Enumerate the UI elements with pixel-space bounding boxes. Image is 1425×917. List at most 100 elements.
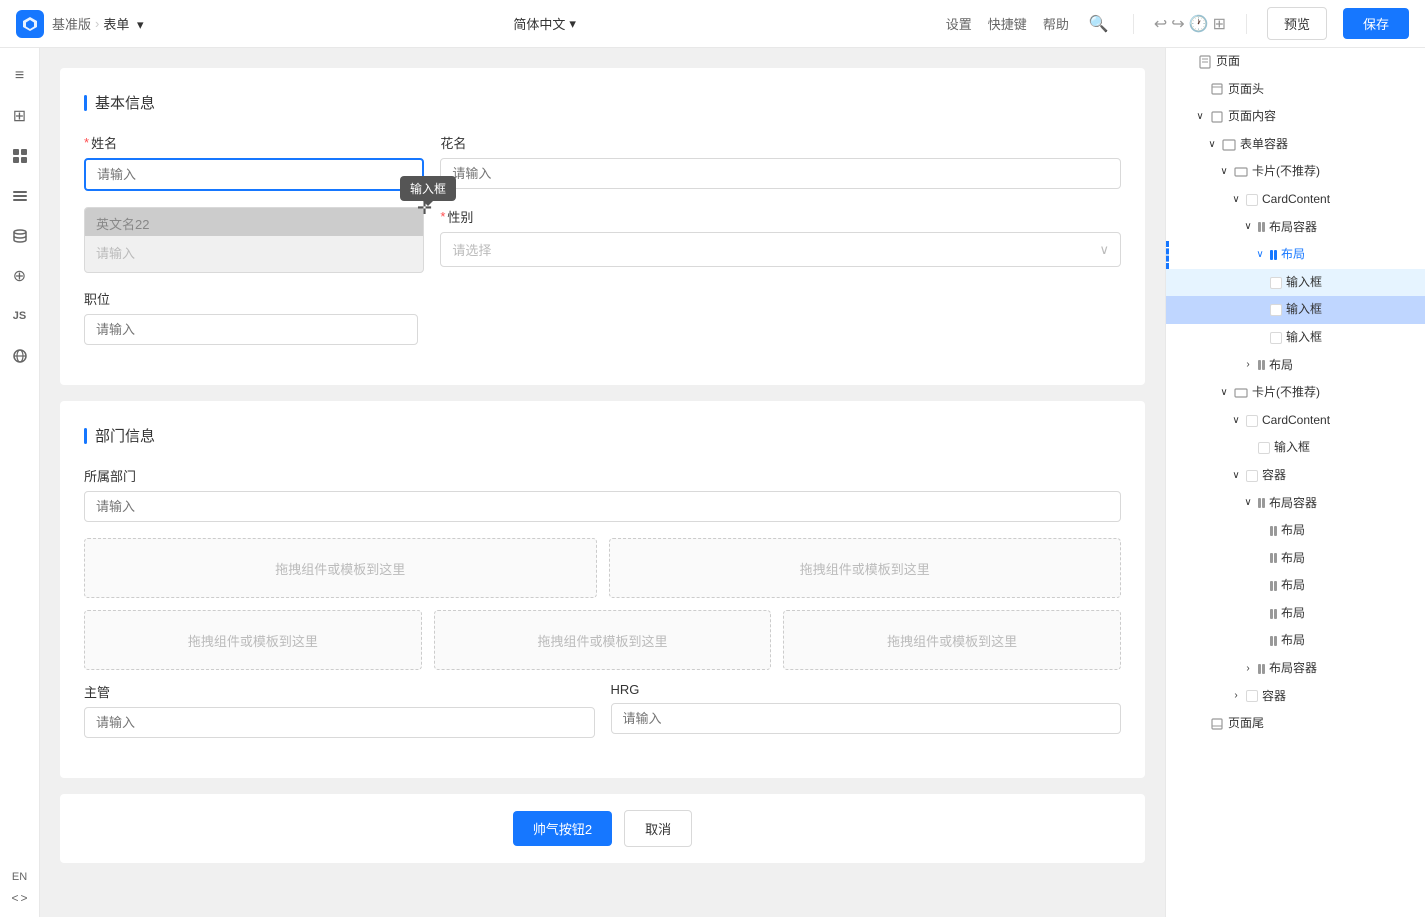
breadcrumb: 基准版 › 表单 ▾: [52, 14, 144, 33]
help-btn[interactable]: 帮助: [1043, 14, 1069, 33]
tree-page-header[interactable]: 页面头: [1166, 76, 1425, 104]
shortcuts-btn[interactable]: 快捷键: [988, 14, 1027, 33]
search-icon[interactable]: 🔍: [1085, 10, 1113, 38]
tree-card-2[interactable]: ∨ 卡片(不推荐): [1166, 379, 1425, 407]
tree-page-footer[interactable]: 页面尾: [1166, 710, 1425, 738]
drop-zone-3[interactable]: 拖拽组件或模板到这里: [84, 610, 422, 670]
tree-layout-6[interactable]: 布局: [1166, 600, 1425, 628]
expand-icon: ∨: [1230, 412, 1242, 430]
gender-label: * 性别: [440, 207, 1121, 226]
basic-info-title: 基本信息: [84, 92, 1121, 113]
field-english: 英文名22 请输入: [84, 207, 424, 273]
canvas-area: 基本信息 输入框 ✛ * 姓名 花名: [40, 48, 1165, 917]
drop-zone-2[interactable]: 拖拽组件或模板到这里: [609, 538, 1122, 598]
tree-card-content-2[interactable]: ∨ CardContent: [1166, 407, 1425, 435]
dept-input[interactable]: [84, 491, 1121, 522]
api-icon[interactable]: ⊕: [4, 260, 36, 292]
tree-layout-3[interactable]: 布局: [1166, 517, 1425, 545]
tree-page[interactable]: 页面: [1166, 48, 1425, 76]
drag-cursor: ✛: [417, 198, 432, 219]
supervisor-input[interactable]: [84, 707, 595, 738]
field-gender: * 性别 请选择 ∨: [440, 207, 1121, 273]
tree-form-container[interactable]: ∨ 表单容器: [1166, 131, 1425, 159]
js-icon[interactable]: JS: [4, 300, 36, 332]
tree-card-content-1-label: CardContent: [1262, 189, 1330, 211]
tree-container-1[interactable]: ∨ 容器: [1166, 462, 1425, 490]
tree-page-content[interactable]: ∨ 页面内容: [1166, 103, 1425, 131]
language-label[interactable]: EN: [12, 871, 27, 883]
name-input[interactable]: [84, 158, 424, 191]
tree-input-2[interactable]: 输入框: [1166, 296, 1425, 324]
tree-layout-2-label: 布局: [1269, 355, 1293, 377]
right-arrow[interactable]: >: [21, 891, 28, 905]
checkbox-input-4: [1258, 442, 1270, 454]
drop-zone-4[interactable]: 拖拽组件或模板到这里: [434, 610, 772, 670]
tree-layout-container-2[interactable]: ∨ 布局容器: [1166, 490, 1425, 518]
undo-btn[interactable]: ↩: [1154, 14, 1167, 34]
tree-layout-5[interactable]: 布局: [1166, 572, 1425, 600]
expand-icon: ∨: [1254, 246, 1266, 264]
tree-layout-6-label: 布局: [1281, 603, 1305, 625]
expand-icon: ›: [1242, 356, 1254, 374]
field-hrg: HRG: [611, 682, 1122, 738]
flower-input[interactable]: [440, 158, 1121, 189]
history-btn[interactable]: 🕐: [1189, 14, 1209, 34]
layer-icon[interactable]: [4, 180, 36, 212]
database-icon[interactable]: [4, 220, 36, 252]
topbar: 基准版 › 表单 ▾ 简体中文 ▾ 设置 快捷键 帮助 🔍 ↩ ↪ 🕐 ⊞ 预览…: [0, 0, 1425, 48]
tree-layout-4[interactable]: 布局: [1166, 545, 1425, 573]
base-version[interactable]: 基准版: [52, 14, 91, 33]
gender-select[interactable]: 请选择 ∨: [440, 232, 1121, 267]
grid-btn[interactable]: ⊞: [1213, 14, 1226, 34]
tree-card-1[interactable]: ∨ 卡片(不推荐): [1166, 158, 1425, 186]
supervisor-label: 主管: [84, 682, 595, 701]
expand-icon: ›: [1242, 660, 1254, 678]
drop-zone-5[interactable]: 拖拽组件或模板到这里: [783, 610, 1121, 670]
checkbox-container-1: [1246, 470, 1258, 482]
expand-icon: ∨: [1230, 467, 1242, 485]
confirm-button[interactable]: 帅气按钮2: [513, 811, 612, 846]
position-input[interactable]: [84, 314, 418, 345]
settings-btn[interactable]: 设置: [946, 14, 972, 33]
tree-input-4[interactable]: 输入框: [1166, 434, 1425, 462]
topbar-right: 设置 快捷键 帮助 🔍 ↩ ↪ 🕐 ⊞ 预览 保存: [946, 7, 1409, 40]
grid-icon[interactable]: ⊞: [4, 100, 36, 132]
tree-layout-1[interactable]: ∨ 布局: [1166, 241, 1425, 269]
tree-input-2-label: 输入框: [1286, 299, 1322, 321]
dept-info-card: 部门信息 所属部门 拖拽组件或模板到这里 拖拽组件或模板到这里 拖拽组件或模板到…: [60, 401, 1145, 778]
left-arrow[interactable]: <: [11, 891, 18, 905]
globe-icon[interactable]: [4, 340, 36, 372]
tree-layout-7[interactable]: 布局: [1166, 627, 1425, 655]
table-arrow: ▾: [137, 17, 144, 32]
hrg-label: HRG: [611, 682, 1122, 697]
menu-icon[interactable]: ≡: [4, 60, 36, 92]
layout-icon-2: [1258, 360, 1265, 370]
tree-layout-5-label: 布局: [1281, 575, 1305, 597]
tree-container-3-label: 容器: [1262, 686, 1286, 708]
save-button[interactable]: 保存: [1343, 8, 1409, 39]
table-link[interactable]: 表单 ▾: [103, 14, 143, 33]
language-selector[interactable]: 简体中文 ▾: [513, 14, 576, 33]
tree-input-1[interactable]: 输入框: [1166, 269, 1425, 297]
hrg-input[interactable]: [611, 703, 1122, 734]
right-panel: 页面 页面头 ∨ 页面内容 ∨ 表单容器 ∨ 卡片(不推荐) ∨: [1165, 48, 1425, 917]
name-label: * 姓名: [84, 133, 424, 152]
preview-button[interactable]: 预览: [1267, 7, 1327, 40]
component-icon[interactable]: [4, 140, 36, 172]
tree-layout-2[interactable]: › 布局: [1166, 352, 1425, 380]
ghost-input: 请输入: [85, 236, 423, 272]
drop-zone-1[interactable]: 拖拽组件或模板到这里: [84, 538, 597, 598]
row-dept: 所属部门: [84, 466, 1121, 522]
checkbox-container-3: [1246, 690, 1258, 702]
row-name-flower: * 姓名 花名: [84, 133, 1121, 191]
checkbox-1: [1246, 194, 1258, 206]
tree-container-2[interactable]: › 布局容器: [1166, 655, 1425, 683]
tree-layout-1-label: 布局: [1281, 244, 1305, 266]
tree-card-content-1[interactable]: ∨ CardContent: [1166, 186, 1425, 214]
tree-container-3[interactable]: › 容器: [1166, 683, 1425, 711]
tree-input-3[interactable]: 输入框: [1166, 324, 1425, 352]
tree-layout-container-1[interactable]: ∨ 布局容器: [1166, 214, 1425, 242]
cancel-button[interactable]: 取消: [624, 810, 692, 847]
drop-zones-row2: 拖拽组件或模板到这里 拖拽组件或模板到这里 拖拽组件或模板到这里: [84, 610, 1121, 670]
redo-btn[interactable]: ↪: [1171, 14, 1184, 34]
